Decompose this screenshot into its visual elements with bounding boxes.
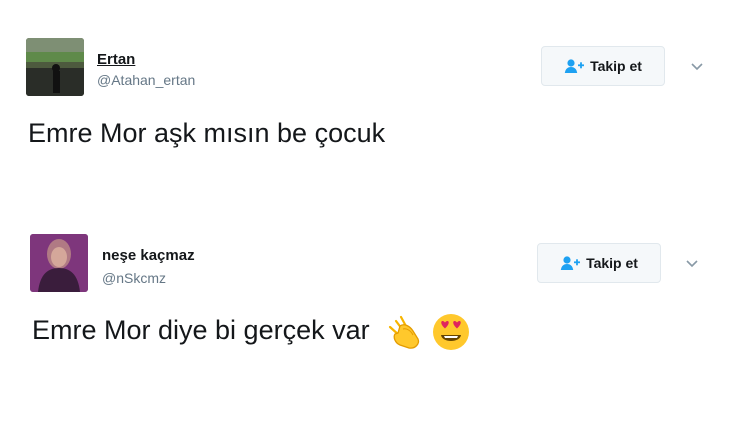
chevron-down-icon[interactable] (689, 58, 705, 74)
follow-button[interactable]: Takip et (541, 46, 665, 86)
heart-eyes-face-icon (433, 314, 470, 350)
add-user-icon (564, 58, 585, 74)
user-handle[interactable]: @nSkcmz (102, 270, 166, 286)
clapping-hands-icon (389, 315, 420, 349)
avatar[interactable] (30, 234, 88, 292)
avatar[interactable] (26, 38, 84, 96)
display-name[interactable]: neşe kaçmaz (102, 247, 195, 264)
follow-button-label: Takip et (590, 58, 642, 74)
user-handle[interactable]: @Atahan_ertan (97, 72, 195, 88)
tweet-text: Emre Mor diye bi gerçek var (32, 312, 471, 352)
follow-button-label: Takip et (586, 255, 638, 271)
tweet-1: Ertan @Atahan_ertan Takip et Emre Mor aş… (0, 0, 752, 200)
tweet-text: Emre Mor aşk mısın be çocuk (28, 118, 386, 148)
tweet-2: neşe kaçmaz @nSkcmz Takip et Emre Mor di… (0, 200, 752, 432)
add-user-icon (560, 255, 581, 271)
chevron-down-icon[interactable] (684, 255, 700, 271)
follow-button[interactable]: Takip et (537, 243, 661, 283)
display-name[interactable]: Ertan (97, 51, 135, 68)
emoji-row (385, 312, 471, 352)
tweet-text-content: Emre Mor diye bi gerçek var (32, 315, 370, 346)
